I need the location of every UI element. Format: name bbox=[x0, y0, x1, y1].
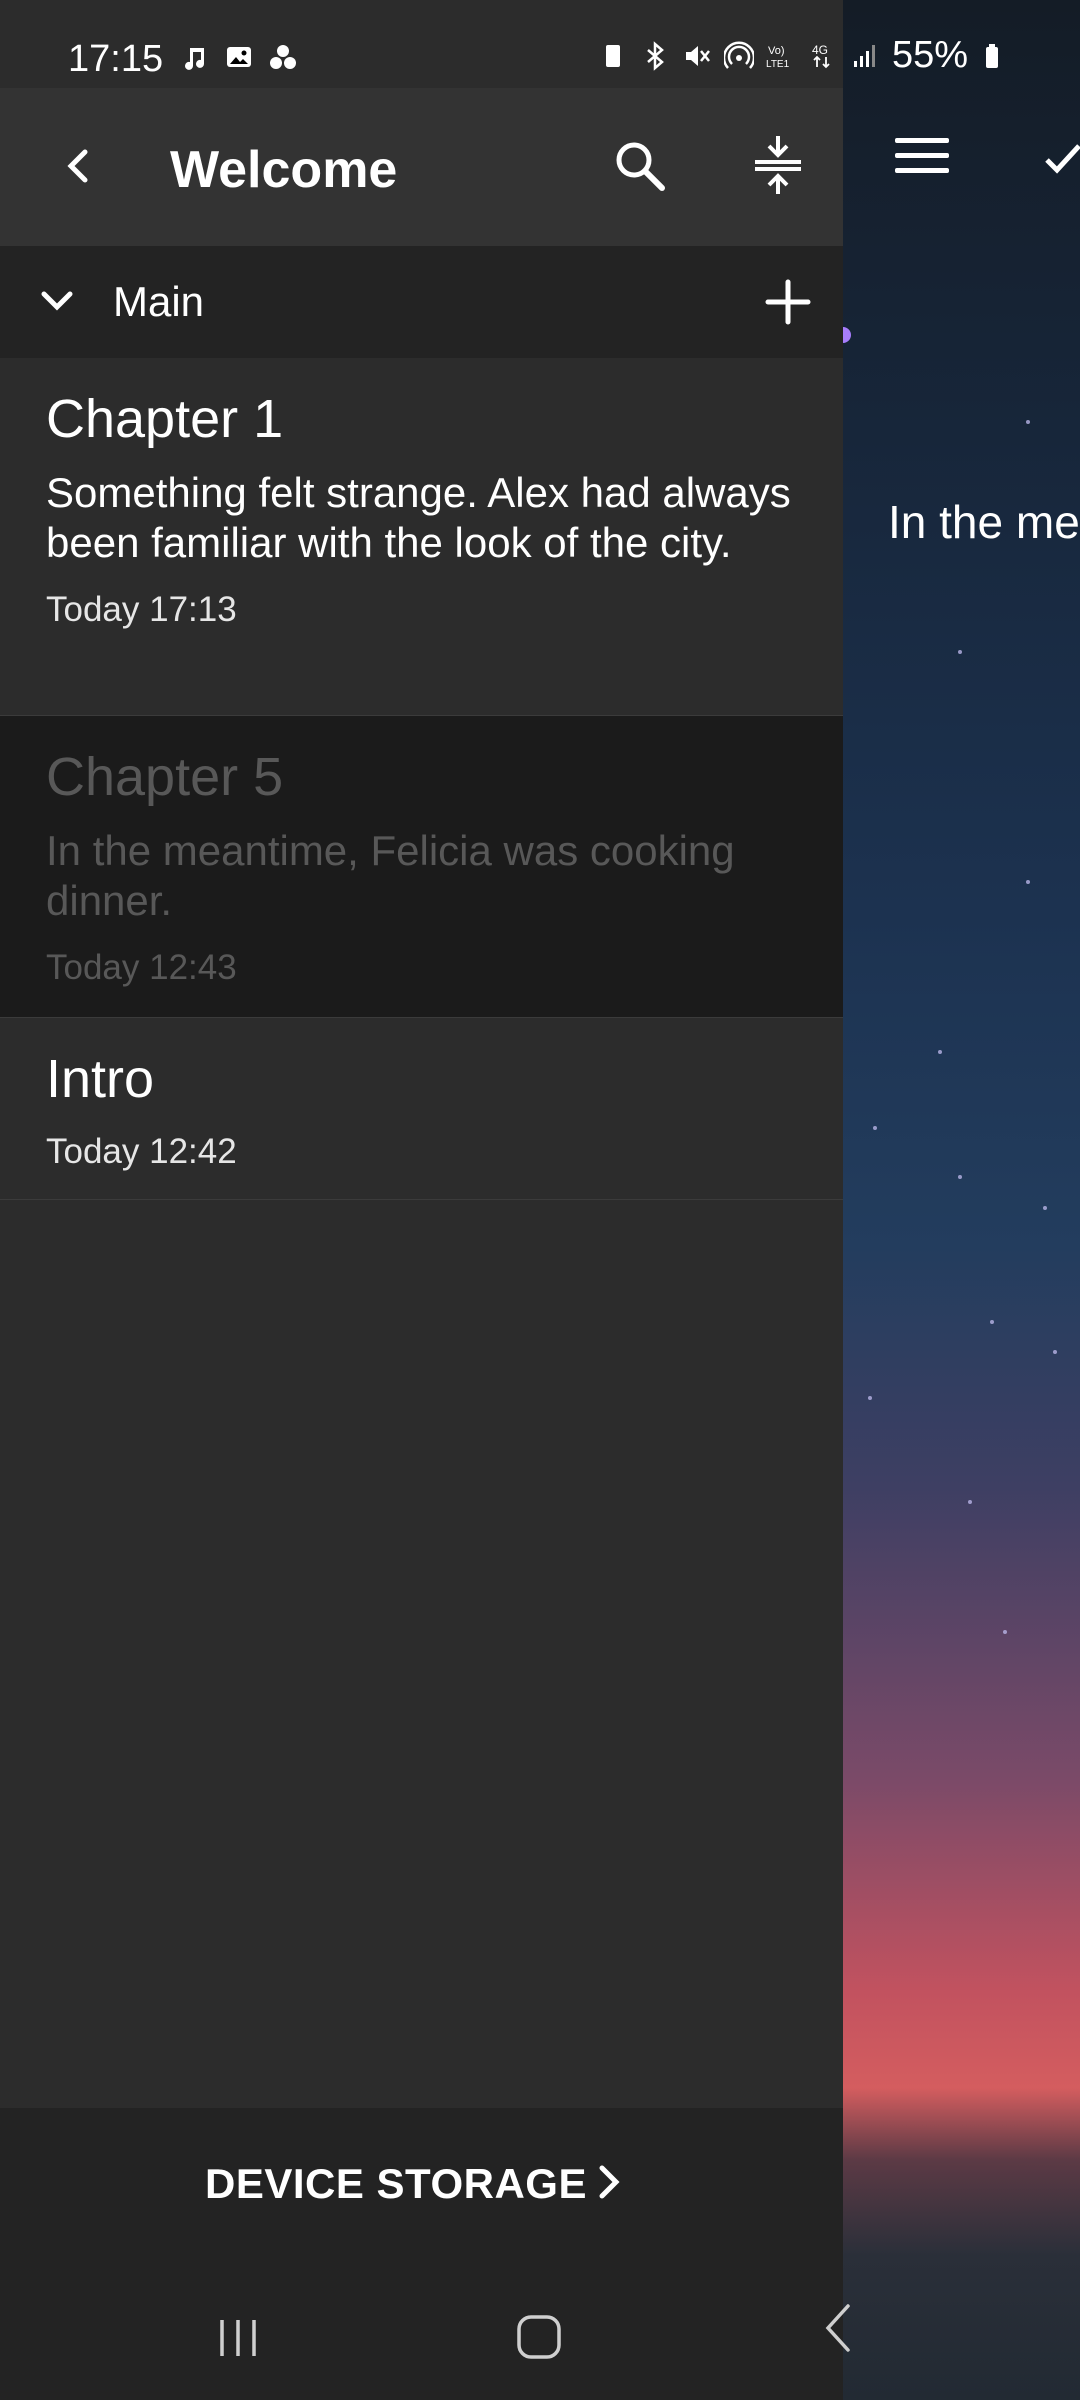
plus-icon[interactable] bbox=[758, 272, 818, 332]
storage-label: DEVICE STORAGE bbox=[205, 2160, 587, 2207]
note-timestamp: Today 12:42 bbox=[46, 1132, 237, 1171]
star bbox=[1053, 1350, 1057, 1354]
note-timestamp: Today 12:43 bbox=[46, 948, 237, 987]
svg-text:Vo): Vo) bbox=[768, 45, 785, 57]
star bbox=[968, 1500, 972, 1504]
note-timestamp: Today 17:13 bbox=[46, 590, 237, 629]
star bbox=[1026, 420, 1030, 424]
back-icon[interactable] bbox=[820, 2300, 860, 2356]
navigation-bar bbox=[0, 2258, 843, 2400]
storage-selector[interactable]: DEVICE STORAGE bbox=[0, 2108, 843, 2258]
star bbox=[1043, 1206, 1047, 1210]
note-item[interactable]: Intro Today 12:42 bbox=[0, 1018, 843, 1200]
notes-drawer: Welcome Main Chapter 1 Something felt st… bbox=[0, 88, 843, 2400]
home-icon[interactable] bbox=[516, 2314, 562, 2360]
status-bar: 17:15 Vo) LTE1 4G 55% bbox=[0, 0, 1080, 88]
background-editor-panel: In the me bbox=[843, 0, 1080, 2400]
battery-icon bbox=[986, 43, 998, 68]
dots-icon bbox=[270, 45, 296, 69]
recents-icon[interactable] bbox=[216, 2318, 260, 2358]
battery-saver-icon bbox=[605, 44, 620, 67]
collapse-icon[interactable] bbox=[745, 132, 811, 198]
star bbox=[873, 1126, 877, 1130]
image-icon bbox=[227, 47, 251, 67]
battery-percent: 55% bbox=[891, 34, 968, 76]
volte-icon: Vo) LTE1 bbox=[766, 45, 790, 70]
check-icon[interactable] bbox=[1043, 140, 1080, 180]
mute-icon bbox=[685, 45, 710, 66]
note-title: Intro bbox=[46, 1049, 155, 1109]
search-icon[interactable] bbox=[608, 134, 672, 198]
note-title: Chapter 5 bbox=[46, 747, 284, 807]
drag-handle[interactable] bbox=[843, 327, 851, 343]
system-icons: Vo) LTE1 4G 55% bbox=[598, 34, 1010, 77]
folder-name: Main bbox=[113, 278, 205, 325]
bluetooth-icon bbox=[647, 40, 664, 71]
music-icon bbox=[185, 48, 204, 70]
star bbox=[1026, 880, 1030, 884]
star bbox=[938, 1050, 942, 1054]
note-item[interactable]: Chapter 5 In the meantime, Felicia was c… bbox=[0, 716, 843, 1018]
note-preview: Something felt strange. Alex had always … bbox=[46, 469, 791, 566]
status-time: 17:15 bbox=[68, 38, 164, 80]
star bbox=[1003, 1630, 1007, 1634]
folder-header[interactable]: Main bbox=[0, 246, 843, 358]
hotspot-icon bbox=[723, 41, 754, 69]
note-item[interactable]: Chapter 1 Something felt strange. Alex h… bbox=[0, 358, 843, 716]
star bbox=[868, 1396, 872, 1400]
star bbox=[958, 650, 962, 654]
svg-text:4G: 4G bbox=[812, 43, 828, 57]
note-title: Chapter 1 bbox=[46, 389, 284, 449]
star bbox=[990, 1320, 994, 1324]
svg-text:LTE1: LTE1 bbox=[766, 59, 790, 70]
signal-icon bbox=[853, 44, 875, 67]
chevron-right-icon bbox=[599, 2165, 620, 2199]
notification-icons bbox=[180, 42, 298, 72]
star bbox=[958, 1175, 962, 1179]
menu-icon[interactable] bbox=[895, 138, 949, 174]
chevron-down-icon[interactable] bbox=[34, 278, 80, 324]
4g-icon: 4G bbox=[812, 43, 830, 68]
note-preview: In the meantime, Felicia was cooking din… bbox=[46, 827, 735, 924]
back-icon[interactable] bbox=[52, 138, 108, 194]
page-title: Welcome bbox=[170, 141, 398, 199]
app-bar: Welcome bbox=[0, 88, 843, 246]
editor-preview-text: In the me bbox=[888, 496, 1080, 548]
